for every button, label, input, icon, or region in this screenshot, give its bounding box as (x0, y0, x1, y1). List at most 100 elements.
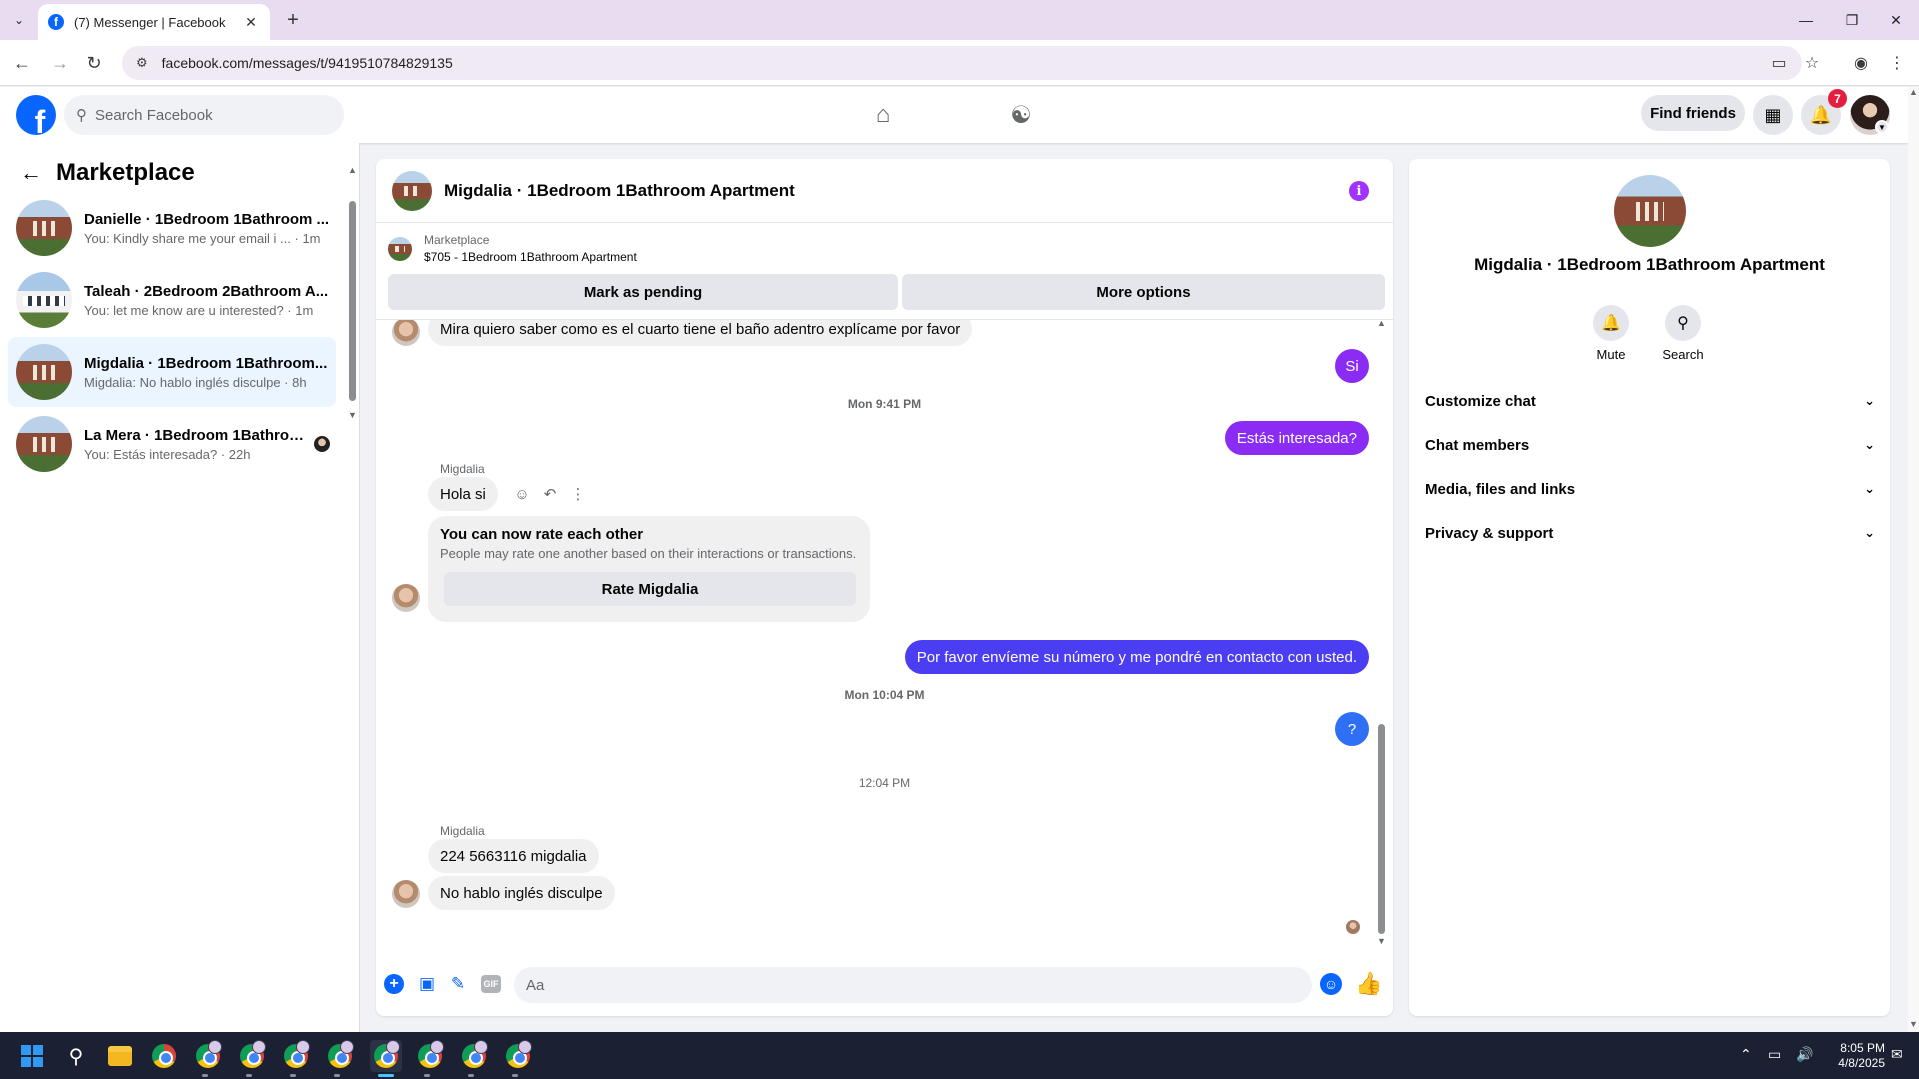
conversation-avatar-large[interactable] (1614, 175, 1686, 247)
url-text: facebook.com/messages/t/9419510784829135 (161, 55, 453, 71)
install-app-icon[interactable]: ▭ (1762, 46, 1796, 80)
add-attachment-icon[interactable]: + (384, 974, 404, 994)
scroll-down-icon[interactable]: ▼ (1909, 1019, 1918, 1029)
message-outgoing[interactable]: ? (1335, 712, 1369, 746)
message-actions: ☺ ↶ ⋮ (508, 480, 592, 508)
browser-tab[interactable]: f (7) Messenger | Facebook ✕ (38, 4, 270, 40)
sender-name: Migdalia (440, 824, 485, 838)
conversation-item[interactable]: La Mera · 1Bedroom 1Bathroo... You: Está… (8, 409, 336, 479)
conversation-name: La Mera · 1Bedroom 1Bathroo... (84, 426, 308, 444)
chrome-profile-icon[interactable] (192, 1040, 224, 1072)
tab-search-dropdown-icon[interactable]: ⌄ (8, 9, 30, 31)
facebook-search-input[interactable]: ⚲ Search Facebook (64, 95, 344, 135)
tab-close-icon[interactable]: ✕ (242, 14, 260, 31)
message-incoming[interactable]: Hola si (428, 477, 498, 511)
page-scrollbar[interactable]: ▲ ▼ (1908, 87, 1919, 1032)
chrome-profile-icon[interactable] (236, 1040, 268, 1072)
tray-overflow-chevron-icon[interactable]: ⌃ (1740, 1046, 1752, 1063)
chrome-profile-icon-active[interactable] (370, 1040, 402, 1072)
sidebar-scrollbar[interactable]: ▲ ▼ (348, 165, 357, 420)
emoji-icon[interactable]: ☺ (1320, 973, 1342, 995)
photo-icon[interactable]: ▣ (412, 969, 442, 999)
scroll-down-icon[interactable]: ▼ (348, 410, 357, 420)
marketplace-listing[interactable]: Marketplace $705 - 1Bedroom 1Bathroom Ap… (388, 233, 637, 264)
taskbar-search-icon[interactable]: ⚲ (60, 1040, 92, 1072)
message-incoming[interactable]: Mira quiero saber como es el cuarto tien… (428, 320, 973, 346)
scroll-up-icon[interactable]: ▲ (1377, 318, 1386, 328)
close-window-icon[interactable]: ✕ (1873, 8, 1919, 32)
reload-icon[interactable]: ↻ (82, 51, 106, 75)
notification-center-icon[interactable]: ✉ (1891, 1046, 1903, 1063)
message-input[interactable]: Aa (514, 967, 1312, 1003)
scroll-up-icon[interactable]: ▲ (348, 165, 357, 175)
mute-button[interactable]: 🔔 Mute (1581, 305, 1641, 362)
message-outgoing[interactable]: Si (1335, 349, 1369, 383)
chat-scrollbar[interactable]: ▲ ▼ (1377, 318, 1386, 946)
running-indicator-active (378, 1074, 394, 1077)
back-arrow-icon[interactable]: ← (20, 160, 42, 186)
info-icon[interactable]: i (1349, 181, 1369, 201)
more-vertical-icon[interactable]: ⋮ (564, 480, 592, 508)
message-outgoing[interactable]: Estás interesada? (1224, 421, 1369, 455)
taskbar-clock[interactable]: 8:05 PM 4/8/2025 (1825, 1041, 1885, 1071)
chrome-profile-icon[interactable] (280, 1040, 312, 1072)
section-label: Media, files and links (1425, 480, 1576, 498)
message-outgoing[interactable]: Por favor envíeme su número y me pondré … (904, 640, 1369, 674)
message-incoming[interactable]: 224 5663116 migdalia (428, 839, 599, 873)
listing-source: Marketplace (424, 233, 490, 247)
windows-start-icon[interactable] (16, 1040, 48, 1072)
chat-title[interactable]: Migdalia · 1Bedroom 1Bathroom Apartment (444, 181, 795, 201)
conversation-info-panel: Migdalia · 1Bedroom 1Bathroom Apartment … (1409, 159, 1890, 1016)
chrome-profile-icon[interactable] (414, 1040, 446, 1072)
scroll-down-icon[interactable]: ▼ (1377, 936, 1386, 946)
home-icon[interactable]: ⌂ (863, 95, 903, 135)
chrome-profile-icon[interactable] (458, 1040, 490, 1072)
menu-grid-icon[interactable]: ▦ (1753, 95, 1793, 135)
chrome-icon[interactable] (148, 1040, 180, 1072)
notification-badge: 7 (1828, 89, 1847, 108)
scrollbar-thumb[interactable] (349, 201, 356, 401)
scrollbar-thumb[interactable] (1378, 724, 1385, 934)
react-emoji-icon[interactable]: ☺ (508, 480, 536, 508)
network-icon[interactable]: ▭ (1768, 1046, 1781, 1063)
browser-profile-icon[interactable]: ◉ (1844, 46, 1878, 80)
search-in-chat-button[interactable]: ⚲ Search (1653, 305, 1713, 362)
chat-avatar[interactable] (392, 170, 432, 211)
volume-icon[interactable]: 🔊 (1796, 1046, 1813, 1063)
conversation-title: Migdalia · 1Bedroom 1Bathroom Apartment (1474, 255, 1825, 274)
conversation-item-active[interactable]: Migdalia · 1Bedroom 1Bathroom... Migdali… (8, 337, 336, 407)
forward-icon[interactable]: → (48, 51, 72, 75)
minimize-icon[interactable]: — (1783, 8, 1829, 32)
conversation-item[interactable]: Taleah · 2Bedroom 2Bathroom A... You: le… (8, 265, 336, 335)
chevron-down-icon[interactable]: ▼ (1875, 120, 1889, 134)
scroll-up-icon[interactable]: ▲ (1909, 87, 1918, 97)
mark-as-pending-button[interactable]: Mark as pending (388, 274, 898, 310)
search-placeholder: Search Facebook (95, 106, 213, 124)
site-info-icon[interactable]: ⚙ (136, 55, 148, 71)
reply-icon[interactable]: ↶ (536, 480, 564, 508)
section-privacy-support[interactable]: Privacy & support ⌄ (1425, 515, 1875, 551)
more-options-button[interactable]: More options (902, 274, 1385, 310)
bookmark-star-icon[interactable]: ☆ (1795, 46, 1829, 80)
friends-icon[interactable]: ☯ (1001, 95, 1041, 135)
thumbs-up-icon[interactable]: 👍 (1354, 969, 1384, 999)
address-bar[interactable]: ⚙ facebook.com/messages/t/94195107848291… (122, 46, 1802, 80)
section-customize-chat[interactable]: Customize chat ⌄ (1425, 383, 1875, 419)
rate-migdalia-button[interactable]: Rate Migdalia (444, 572, 856, 606)
facebook-logo-icon[interactable]: f (16, 95, 56, 135)
file-explorer-icon[interactable] (104, 1040, 136, 1072)
section-chat-members[interactable]: Chat members ⌄ (1425, 427, 1875, 463)
gif-icon[interactable]: GIF (481, 975, 501, 993)
message-incoming[interactable]: No hablo inglés disculpe (428, 876, 615, 910)
browser-tab-bar: ⌄ f (7) Messenger | Facebook ✕ + — ❐ ✕ (0, 0, 1919, 40)
new-tab-icon[interactable]: + (281, 8, 305, 32)
browser-menu-icon[interactable]: ⋮ (1880, 46, 1914, 80)
find-friends-button[interactable]: Find friends (1641, 95, 1745, 131)
sticker-icon[interactable]: ✎ (443, 969, 473, 999)
chrome-profile-icon[interactable] (324, 1040, 356, 1072)
section-media-files-links[interactable]: Media, files and links ⌄ (1425, 471, 1875, 507)
chrome-profile-icon[interactable] (502, 1040, 534, 1072)
conversation-item[interactable]: Danielle · 1Bedroom 1Bathroom ... You: K… (8, 193, 336, 263)
restore-icon[interactable]: ❐ (1829, 8, 1875, 32)
back-icon[interactable]: ← (10, 51, 34, 75)
